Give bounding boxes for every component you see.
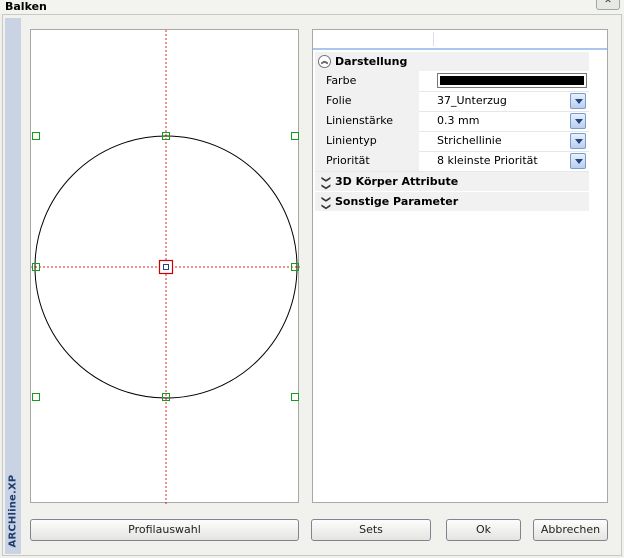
handle-bottom-left[interactable] — [32, 393, 40, 401]
close-icon: ✕ — [604, 0, 612, 6]
section-title: 3D Körper Attribute — [335, 175, 459, 188]
profilauswahl-button[interactable]: Profilauswahl — [30, 519, 299, 541]
ok-button[interactable]: Ok — [446, 519, 521, 541]
sets-button[interactable]: Sets — [311, 519, 431, 541]
property-grid: ︽ Darstellung Farbe Folie 37_Unterzug Li… — [312, 29, 608, 503]
property-name: Linientyp — [315, 131, 419, 151]
handle-top-right[interactable] — [291, 132, 299, 140]
center-marker[interactable] — [158, 259, 174, 275]
abbrechen-button[interactable]: Abbrechen — [533, 519, 608, 541]
property-grid-header — [313, 30, 607, 50]
brand-strip: ARCHline.XP — [5, 18, 21, 554]
color-swatch-fill — [440, 76, 584, 85]
window-title: Balken — [5, 0, 47, 13]
property-row-linienstaerke: Linienstärke 0.3 mm — [315, 111, 589, 132]
property-name: Priorität — [315, 151, 419, 171]
property-row-farbe: Farbe — [315, 71, 589, 92]
section-sonstige-parameter[interactable]: ❯❯ Sonstige Parameter — [315, 192, 589, 211]
expand-chevron-icon[interactable]: ❯❯ — [316, 176, 335, 191]
dropdown-arrow-icon[interactable] — [570, 113, 586, 129]
expand-chevron-icon[interactable]: ❯❯ — [316, 196, 335, 211]
preview-canvas — [31, 30, 300, 504]
property-value[interactable]: 37_Unterzug — [437, 91, 589, 111]
dropdown-arrow-icon[interactable] — [570, 133, 586, 149]
section-title: Darstellung — [335, 55, 408, 68]
brand-logo: ARCHline.XP — [5, 474, 21, 548]
color-picker[interactable] — [437, 73, 587, 88]
section-darstellung[interactable]: ︽ Darstellung — [315, 52, 589, 71]
property-value[interactable]: 0.3 mm — [437, 111, 589, 131]
title-bar: Balken ✕ — [0, 0, 624, 14]
brand-text: ARCHline.XP — [7, 474, 19, 548]
dropdown-arrow-icon[interactable] — [570, 153, 586, 169]
property-name: Folie — [315, 91, 419, 111]
collapse-icon[interactable]: ︽ — [318, 55, 331, 68]
close-button[interactable]: ✕ — [596, 0, 620, 10]
handle-top-left[interactable] — [32, 132, 40, 140]
handle-bottom-right[interactable] — [291, 393, 299, 401]
property-name: Linienstärke — [315, 111, 419, 131]
section-title: Sonstige Parameter — [335, 195, 459, 208]
property-row-linientyp: Linientyp Strichellinie — [315, 131, 589, 152]
property-name: Farbe — [315, 71, 419, 91]
property-row-folie: Folie 37_Unterzug — [315, 91, 589, 112]
property-row-prioritaet: Priorität 8 kleinste Priorität — [315, 151, 589, 172]
property-value[interactable]: 8 kleinste Priorität — [437, 151, 589, 171]
profile-preview[interactable] — [30, 29, 300, 504]
dropdown-arrow-icon[interactable] — [570, 93, 586, 109]
property-value[interactable]: Strichellinie — [437, 131, 589, 151]
section-3d-koerper-attribute[interactable]: ❯❯ 3D Körper Attribute — [315, 172, 589, 191]
